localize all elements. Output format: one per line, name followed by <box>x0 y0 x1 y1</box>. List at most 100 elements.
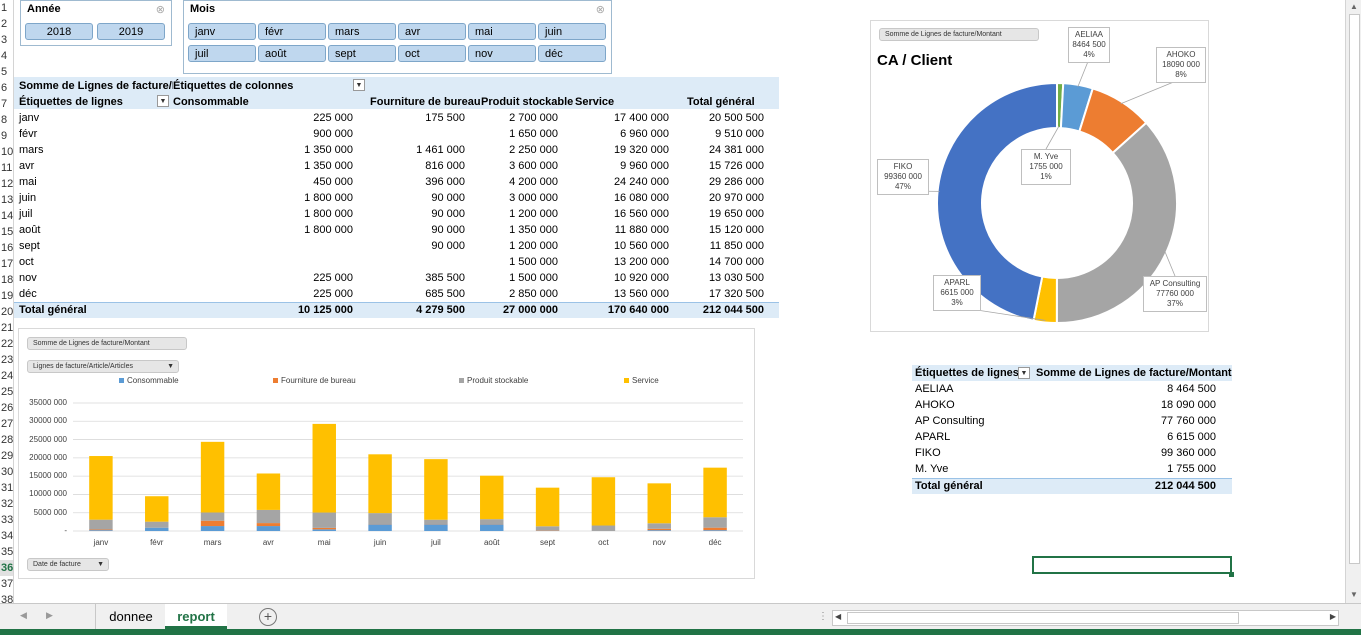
clear-filter-icon[interactable]: ⊗ <box>156 3 165 16</box>
bar-segment[interactable] <box>647 523 671 529</box>
row-header[interactable]: 27 <box>0 416 13 432</box>
bar-segment[interactable] <box>368 454 392 514</box>
row-header[interactable]: 13 <box>0 192 13 208</box>
bar-segment[interactable] <box>89 530 113 531</box>
slicer-year-2019[interactable]: 2019 <box>97 23 165 40</box>
row-header[interactable]: 15 <box>0 224 13 240</box>
scroll-down-icon[interactable]: ▼ <box>1350 590 1358 599</box>
horizontal-scrollbar[interactable]: ◀ ▶ <box>832 610 1339 626</box>
bar-segment[interactable] <box>368 524 392 531</box>
bar-segment[interactable] <box>256 473 281 510</box>
slicer-month-button[interactable]: juin <box>538 23 606 40</box>
row-header[interactable]: 22 <box>0 336 13 352</box>
fill-handle[interactable] <box>1229 572 1234 577</box>
bar-segment[interactable] <box>703 467 727 518</box>
row-header[interactable]: 3 <box>0 32 13 48</box>
add-sheet-button[interactable]: + <box>259 608 277 626</box>
row-header[interactable]: 25 <box>0 384 13 400</box>
bar-segment[interactable] <box>591 477 616 526</box>
row-header[interactable]: 19 <box>0 288 13 304</box>
row-header[interactable]: 1 <box>0 0 13 16</box>
selected-cell[interactable] <box>1032 556 1232 574</box>
bar-segment[interactable] <box>591 525 616 531</box>
bar-segment[interactable] <box>312 423 336 513</box>
row-header[interactable]: 5 <box>0 64 13 80</box>
row-header[interactable]: 32 <box>0 496 13 512</box>
bar-segment[interactable] <box>145 527 169 531</box>
bar-segment[interactable] <box>200 512 225 521</box>
bar-segment[interactable] <box>647 528 671 531</box>
row-header[interactable]: 30 <box>0 464 13 480</box>
row-header[interactable]: 18 <box>0 272 13 288</box>
bar-segment[interactable] <box>256 509 281 524</box>
row-header[interactable]: 24 <box>0 368 13 384</box>
row-header[interactable]: 37 <box>0 576 13 592</box>
row-header[interactable]: 4 <box>0 48 13 64</box>
client-filter-dropdown-icon[interactable]: ▼ <box>1018 367 1030 379</box>
slicer-month-button[interactable]: déc <box>538 45 606 62</box>
bar-segment[interactable] <box>145 521 169 528</box>
row-header[interactable]: 11 <box>0 160 13 176</box>
row-header[interactable]: 26 <box>0 400 13 416</box>
bar-segment[interactable] <box>200 526 225 531</box>
slicer-month-button[interactable]: mai <box>468 23 536 40</box>
bar-segment[interactable] <box>703 527 727 531</box>
row-header[interactable]: 10 <box>0 144 13 160</box>
row-header[interactable]: 14 <box>0 208 13 224</box>
row-header[interactable]: 21 <box>0 320 13 336</box>
column-filter-dropdown-icon[interactable]: ▼ <box>353 79 365 91</box>
row-header[interactable]: 7 <box>0 96 13 112</box>
row-header[interactable]: 34 <box>0 528 13 544</box>
row-header[interactable]: 2 <box>0 16 13 32</box>
row-header[interactable]: 9 <box>0 128 13 144</box>
slicer-month-button[interactable]: sept <box>328 45 396 62</box>
stacked-bar-chart[interactable]: Somme de Lignes de facture/Montant Ligne… <box>18 328 755 579</box>
row-filter-dropdown-icon[interactable]: ▼ <box>157 95 169 107</box>
hscroll-thumb[interactable] <box>847 612 1239 624</box>
slicer-month-button[interactable]: oct <box>398 45 466 62</box>
bar-segment[interactable] <box>703 517 727 528</box>
row-header[interactable]: 29 <box>0 448 13 464</box>
vertical-scrollbar[interactable]: ▲ ▼ <box>1345 0 1361 603</box>
bar-segment[interactable] <box>424 519 448 525</box>
scroll-thumb[interactable] <box>1349 14 1360 564</box>
bar-segment[interactable] <box>424 524 448 531</box>
slicer-month-button[interactable]: avr <box>398 23 466 40</box>
slicer-month-button[interactable]: juil <box>188 45 256 62</box>
tab-scroll-right-icon[interactable]: ▶ <box>46 610 53 621</box>
bar-segment[interactable] <box>145 496 169 522</box>
tab-split-handle[interactable]: ⋮ <box>818 611 828 622</box>
row-header[interactable]: 36 <box>0 560 13 576</box>
donut-chart[interactable]: Somme de Lignes de facture/Montant CA / … <box>870 20 1209 332</box>
bar-segment[interactable] <box>200 441 225 513</box>
tab-scroll-left-icon[interactable]: ◀ <box>20 610 27 621</box>
bar-segment[interactable] <box>647 483 671 524</box>
row-header[interactable]: 6 <box>0 80 13 96</box>
slicer-month-button[interactable]: févr <box>258 23 326 40</box>
row-header[interactable]: 33 <box>0 512 13 528</box>
row-header[interactable]: 8 <box>0 112 13 128</box>
row-header[interactable]: 28 <box>0 432 13 448</box>
slicer-year-2018[interactable]: 2018 <box>25 23 93 40</box>
year-slicer[interactable]: Année ⊗ 2018 2019 <box>20 0 172 46</box>
bar-segment[interactable] <box>312 527 336 530</box>
row-header[interactable]: 17 <box>0 256 13 272</box>
month-slicer[interactable]: Mois ⊗ janv févr mars avr mai juin juil août sep… <box>183 0 612 74</box>
bar-segment[interactable] <box>480 475 504 520</box>
bar-segment[interactable] <box>535 526 560 531</box>
bar-segment[interactable] <box>312 512 336 528</box>
clear-filter-icon[interactable]: ⊗ <box>596 3 605 16</box>
bar-segment[interactable] <box>647 530 671 531</box>
slicer-month-button[interactable]: nov <box>468 45 536 62</box>
row-header[interactable]: 35 <box>0 544 13 560</box>
bar-segment[interactable] <box>89 529 113 531</box>
hscroll-right-icon[interactable]: ▶ <box>1330 612 1336 621</box>
hscroll-left-icon[interactable]: ◀ <box>835 612 841 621</box>
tab-donnee[interactable]: donnee <box>95 604 167 629</box>
slicer-month-button[interactable]: janv <box>188 23 256 40</box>
tab-report[interactable]: report <box>165 604 227 629</box>
bar-segment[interactable] <box>89 519 113 530</box>
bar-date-field-button[interactable]: Date de facture ▼ <box>27 558 109 571</box>
scroll-up-icon[interactable]: ▲ <box>1350 2 1358 11</box>
slicer-month-button[interactable]: août <box>258 45 326 62</box>
